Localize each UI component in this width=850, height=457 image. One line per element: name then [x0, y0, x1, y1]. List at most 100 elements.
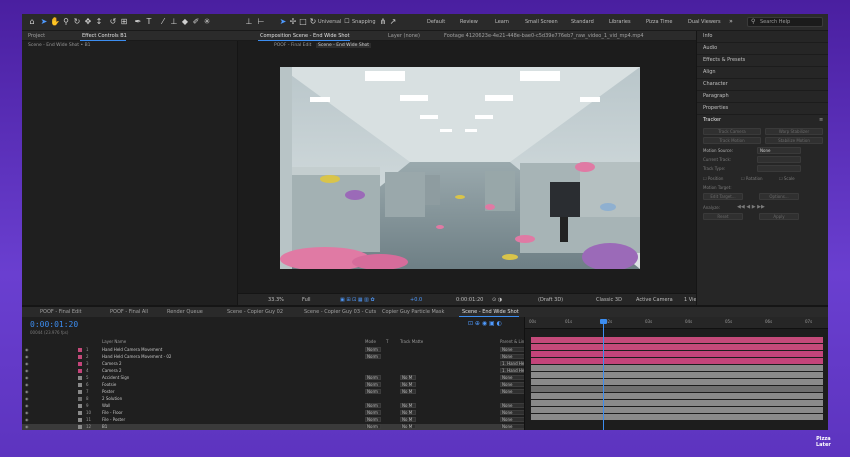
exposure-value[interactable]: +0.0: [410, 297, 422, 303]
layer-name[interactable]: B1: [102, 424, 107, 430]
track-matte-dropdown[interactable]: No M: [400, 410, 416, 415]
rotate-tool-icon[interactable]: ↺: [108, 17, 118, 27]
snapping-checkbox-icon[interactable]: ☐: [342, 17, 352, 27]
layer-name[interactable]: 2 Solution: [102, 396, 122, 402]
column-parent-link[interactable]: Parent & Link: [500, 339, 527, 344]
label-color-swatch[interactable]: [78, 376, 82, 380]
align-left-icon[interactable]: ⊥: [244, 17, 254, 27]
move-icon[interactable]: ✢: [288, 17, 298, 27]
panel-properties[interactable]: Properties: [703, 105, 728, 111]
panel-info[interactable]: Info: [703, 33, 712, 39]
breadcrumb-current[interactable]: Scene - End Wide Shot: [316, 43, 372, 48]
stabilize-motion-button[interactable]: Stabilize Motion: [765, 137, 823, 144]
snapshot-icon[interactable]: ⊙ ◑: [492, 297, 502, 303]
pan-tool-icon[interactable]: ✥: [83, 17, 93, 27]
column-layer-name[interactable]: Layer Name: [102, 339, 126, 344]
time-ruler[interactable]: 00s 01s 02s 03s 04s 05s 06s 07s: [525, 317, 828, 329]
layer-name[interactable]: Camera 2: [102, 368, 122, 374]
layer-duration-bar[interactable]: [531, 351, 823, 357]
track-motion-button[interactable]: Track Motion: [703, 137, 761, 144]
layer-duration-bar[interactable]: [531, 344, 823, 350]
layer-name[interactable]: Accident Sign: [102, 375, 129, 381]
track-camera-button[interactable]: Track Camera: [703, 128, 761, 135]
pen-tool-icon[interactable]: ✒: [133, 17, 143, 27]
layer-duration-bar[interactable]: [531, 407, 823, 413]
blend-mode-dropdown[interactable]: Norm: [365, 417, 381, 422]
workspace-small-screen[interactable]: Small Screen: [525, 19, 558, 25]
dolly-tool-icon[interactable]: ↕: [94, 17, 104, 27]
camera-dropdown[interactable]: Active Camera: [636, 297, 673, 303]
label-color-swatch[interactable]: [78, 390, 82, 394]
breadcrumb-parent[interactable]: POOF - Final Edit: [274, 43, 311, 48]
search-help-input[interactable]: ⚲ Search Help: [747, 17, 823, 27]
blend-mode-dropdown[interactable]: Norm: [365, 354, 381, 359]
layer-name[interactable]: File - Poster: [102, 417, 125, 423]
current-time-display[interactable]: 0:00:01:20: [30, 320, 78, 329]
zoom-tool-icon[interactable]: ⚲: [61, 17, 71, 27]
track-matte-dropdown[interactable]: No M: [400, 417, 416, 422]
zoom-dropdown[interactable]: 33.3%: [268, 297, 284, 303]
blend-mode-dropdown[interactable]: Norm: [365, 389, 381, 394]
edit-target-button[interactable]: Edit Target...: [703, 193, 743, 200]
visibility-eye-icon[interactable]: ◉: [25, 368, 29, 374]
workspace-menu-icon[interactable]: »: [726, 17, 736, 27]
blend-mode-dropdown[interactable]: Norm: [365, 375, 381, 380]
motion-source-dropdown[interactable]: None: [757, 147, 801, 154]
tab-composition[interactable]: Composition Scene - End Wide Shot: [260, 33, 350, 39]
visibility-eye-icon[interactable]: ◉: [25, 382, 29, 388]
track-matte-dropdown[interactable]: No M: [400, 403, 416, 408]
tab-render-queue[interactable]: Render Queue: [167, 309, 203, 315]
blend-mode-dropdown[interactable]: Norm: [365, 424, 381, 429]
visibility-eye-icon[interactable]: ◉: [25, 375, 29, 381]
align-center-icon[interactable]: ⊢: [256, 17, 266, 27]
layer-name[interactable]: File - Floor: [102, 410, 123, 416]
track-type-dropdown[interactable]: [757, 165, 801, 172]
layer-row[interactable]: ◉ 11 File - Poster Norm No M None: [22, 417, 532, 423]
workspace-pizza-time[interactable]: Pizza Time: [646, 19, 672, 25]
visibility-eye-icon[interactable]: ◉: [25, 417, 29, 423]
track-matte-dropdown[interactable]: No M: [400, 375, 416, 380]
blend-mode-dropdown[interactable]: Norm: [365, 410, 381, 415]
layer-row[interactable]: ◉ 3 Camera 2 1. Hand Held: [22, 361, 532, 367]
analyze-controls-icon[interactable]: ◀◀ ◀ ▶ ▶▶: [737, 204, 765, 210]
workspace-learn[interactable]: Learn: [495, 19, 509, 25]
layer-duration-bar[interactable]: [531, 414, 823, 420]
panel-tracker[interactable]: Tracker: [703, 117, 721, 123]
track-matte-dropdown[interactable]: No M: [400, 424, 416, 429]
hand-tool-icon[interactable]: ✋: [50, 17, 60, 27]
layer-duration-bar[interactable]: [531, 372, 823, 378]
layer-row[interactable]: ◉ 7 Poster Norm No M None: [22, 389, 532, 395]
eraser-tool-icon[interactable]: ◆: [180, 17, 190, 27]
snap-toggle-icon[interactable]: ⋔: [378, 17, 388, 27]
blend-mode-dropdown[interactable]: Norm: [365, 382, 381, 387]
layer-duration-bar[interactable]: [531, 337, 823, 343]
layer-name[interactable]: Hand Held Camera Movement: [102, 347, 162, 353]
panel-effects-presets[interactable]: Effects & Presets: [703, 57, 745, 63]
orbit-tool-icon[interactable]: ↻: [72, 17, 82, 27]
viewer-timecode[interactable]: 0:00:01:20: [456, 297, 483, 303]
options-button[interactable]: Options...: [759, 193, 799, 200]
layer-name[interactable]: Poster: [102, 389, 114, 395]
blend-mode-dropdown[interactable]: Norm: [365, 403, 381, 408]
visibility-eye-icon[interactable]: ◉: [25, 361, 29, 367]
reset-button[interactable]: Reset: [703, 213, 743, 220]
label-color-swatch[interactable]: [78, 404, 82, 408]
tab-effect-controls[interactable]: Effect Controls B1: [82, 33, 127, 39]
layer-row[interactable]: ◉ 4 Camera 2 1. Hand Held: [22, 368, 532, 374]
column-mode[interactable]: Mode: [365, 339, 376, 344]
layer-duration-bar[interactable]: [531, 379, 823, 385]
composition-preview-image[interactable]: [280, 67, 640, 269]
tab-poof-final-edit[interactable]: POOF - Final Edit: [40, 309, 82, 315]
timeline-switches-icon[interactable]: ⊡ ⊕ ◉ ▣ ◐: [468, 320, 502, 327]
pan-behind-tool-icon[interactable]: ⊞: [119, 17, 129, 27]
layer-row[interactable]: ◉ 8 2 Solution: [22, 396, 524, 402]
scale-checkbox[interactable]: ☐ Scale: [779, 176, 795, 181]
layer-row[interactable]: ◉ 1 Hand Held Camera Movement Norm None: [22, 347, 532, 353]
home-icon[interactable]: ⌂: [27, 17, 37, 27]
label-color-swatch[interactable]: [78, 362, 82, 366]
label-color-swatch[interactable]: [78, 418, 82, 422]
label-color-swatch[interactable]: [78, 348, 82, 352]
layer-duration-bar[interactable]: [531, 386, 823, 392]
tab-poof-final-all[interactable]: POOF - Final All: [110, 309, 148, 315]
playhead-line[interactable]: [603, 321, 604, 430]
